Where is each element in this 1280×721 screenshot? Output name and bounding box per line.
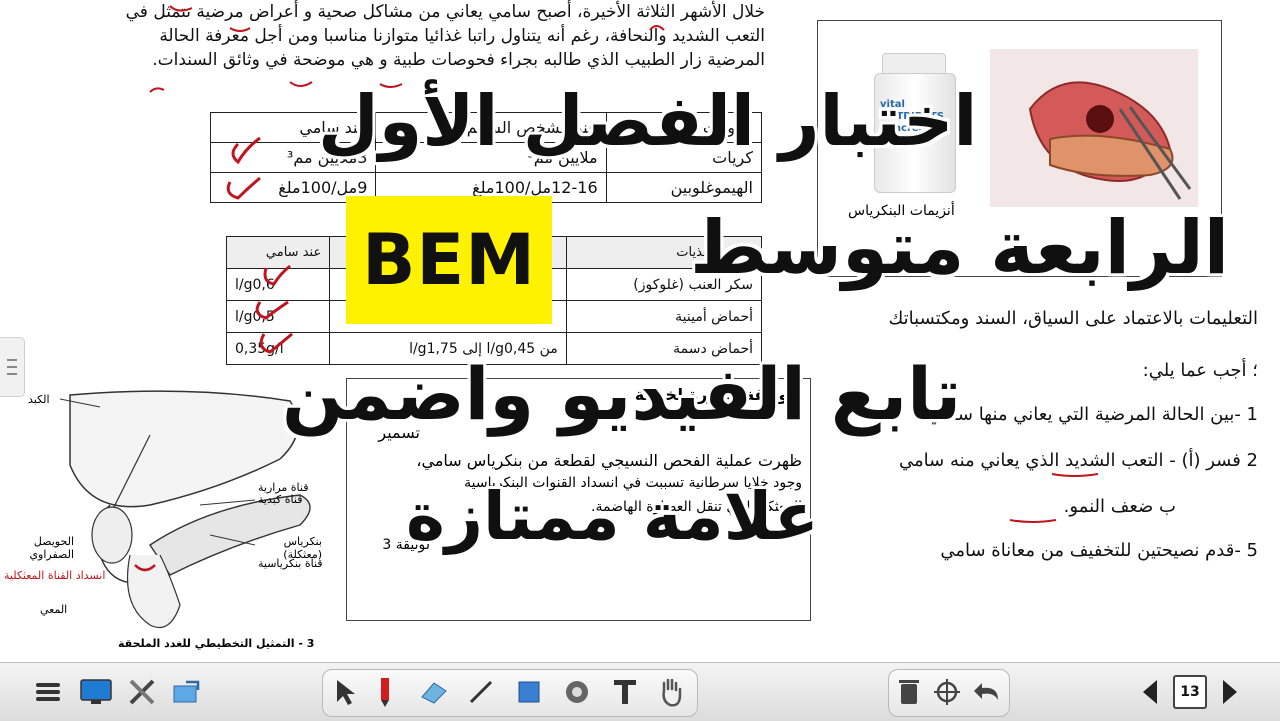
drawing-tools-group <box>322 669 698 717</box>
diagram-label: الكبد <box>28 393 50 406</box>
edit-tools-group <box>888 669 1010 717</box>
spotlight-icon <box>566 681 588 703</box>
diagram-label: قناة مرارية <box>258 481 309 494</box>
whiteboard-toolbar: 13 <box>0 662 1280 721</box>
pancreas-illustration <box>990 49 1198 207</box>
zoom-button[interactable] <box>929 674 965 710</box>
text-icon <box>614 680 636 704</box>
grip-icon <box>7 359 17 375</box>
page-indicator[interactable]: 13 <box>1172 674 1208 710</box>
diagram-label: الحويصل الصفراوي <box>29 535 74 561</box>
prev-page-button[interactable] <box>1132 674 1168 710</box>
question-1: 1 -بين الحالة المرضية التي يعاني منها سا… <box>927 404 1258 425</box>
overlay-title-line4: علامة ممتازة <box>406 478 819 555</box>
table-cell: أحماض أمينية <box>565 300 763 333</box>
spotlight-tool[interactable] <box>559 674 595 710</box>
cursor-icon <box>337 680 355 705</box>
line-icon <box>469 680 493 704</box>
text-tool[interactable] <box>607 674 643 710</box>
tools-button[interactable] <box>124 674 160 710</box>
undo-icon <box>974 683 998 700</box>
underline-annotations <box>1009 473 1099 523</box>
share-icon <box>173 680 200 703</box>
undo-button[interactable] <box>969 674 1005 710</box>
line-tool[interactable] <box>463 674 499 710</box>
overlay-title-line3: تابع الفيديو واضمن <box>282 352 962 436</box>
red-pen-icon <box>381 678 389 707</box>
trash-icon <box>899 680 919 704</box>
pan-tool[interactable] <box>653 674 689 710</box>
question-5: 5 -قدم نصيحتين للتخفيف من معاناة سامي <box>940 540 1258 561</box>
pen-tool[interactable] <box>367 674 403 710</box>
question-2: 2 فسر (أ) - التعب الشديد الذي يعاني منه … <box>899 450 1258 471</box>
arrow-right-icon <box>1223 680 1237 704</box>
clear-button[interactable] <box>891 674 927 710</box>
tools-icon <box>129 679 155 705</box>
overlay-title-line2: الرابعة متوسط <box>690 205 1230 291</box>
diagram-label: المعي <box>40 603 68 616</box>
diagram-caption: 3 - التمثيل التخطيطي للغدد الملحقة <box>118 637 315 650</box>
doc-line: ظهرت عملية الفحص النسيجي لقطعة من بنكريا… <box>416 451 802 470</box>
arrow-left-icon <box>1143 680 1157 704</box>
whiteboard-canvas[interactable]: خلال الأشهر الثلاثة الأخيرة، أصبح سامي ي… <box>0 0 1280 662</box>
instructions-text: التعليمات بالاعتماد على السياق، السند وم… <box>888 308 1259 329</box>
eraser-tool[interactable] <box>415 674 451 710</box>
shape-tool[interactable] <box>511 674 547 710</box>
diagram-label: انسداد القناة المعثكلية <box>4 569 106 582</box>
menu-button[interactable] <box>30 674 66 710</box>
share-button[interactable] <box>170 674 206 710</box>
diagram-label: قناة بنكرياسية <box>258 557 323 570</box>
check-marks <box>226 136 293 354</box>
square-icon <box>518 681 540 703</box>
page-number: 13 <box>1173 675 1207 709</box>
side-panel-handle[interactable] <box>0 337 25 397</box>
menu-icon <box>36 683 60 701</box>
display-button[interactable] <box>78 674 114 710</box>
bem-label: BEM <box>362 219 536 301</box>
next-page-button[interactable] <box>1212 674 1248 710</box>
eraser-icon <box>421 682 447 704</box>
diagram-label: قناة كبدية <box>258 493 303 506</box>
select-tool[interactable] <box>327 674 363 710</box>
hand-icon <box>662 678 682 707</box>
crosshair-icon <box>934 679 960 705</box>
prompt-text: ؛ أجب عما يلي: <box>1142 360 1258 381</box>
overlay-title-line1: اختبار الفصل الأول <box>318 80 978 162</box>
bem-badge: BEM <box>346 196 552 324</box>
monitor-icon <box>80 679 112 704</box>
table-cell: الهيموغلوبين <box>605 172 763 203</box>
